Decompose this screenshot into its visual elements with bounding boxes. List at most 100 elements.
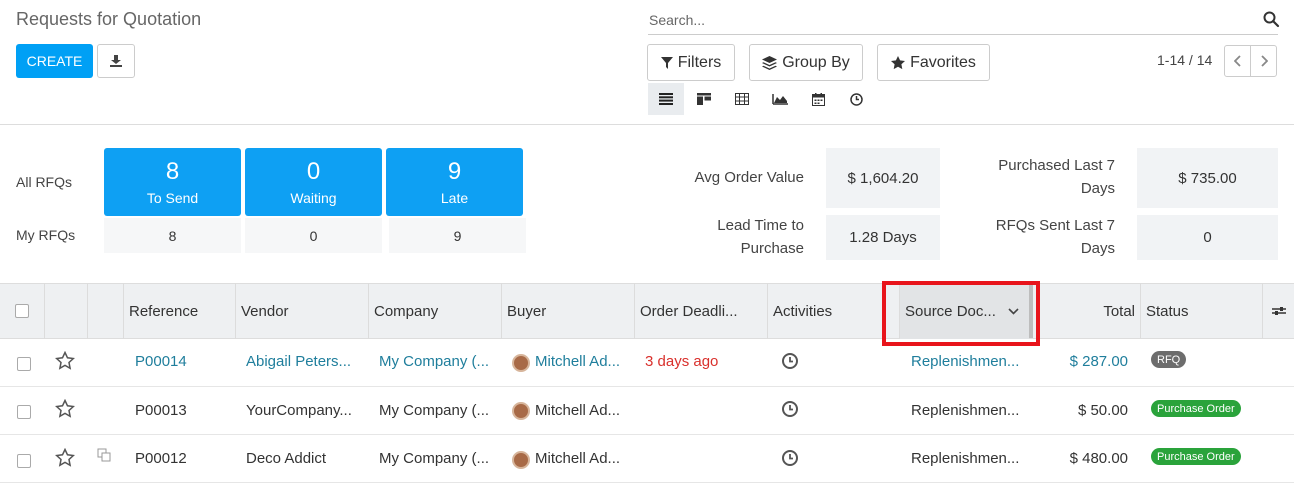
header-status[interactable]: Status	[1140, 283, 1262, 339]
purchased-last-7-value: $ 735.00	[1137, 148, 1278, 208]
area-chart-icon	[772, 94, 788, 105]
row-vendor: YourCompany...	[246, 402, 352, 419]
favorite-star-icon[interactable]	[55, 399, 75, 418]
header-reference[interactable]: Reference	[123, 283, 235, 339]
favorites-label: Favorites	[910, 53, 976, 71]
activity-clock-icon[interactable]	[781, 400, 799, 418]
rfqs-sent-label-line2: Days	[1080, 240, 1115, 257]
my-waiting-count[interactable]: 0	[245, 218, 382, 253]
header-favorite	[44, 283, 87, 339]
activity-clock-icon[interactable]	[781, 352, 799, 370]
pager-value[interactable]: 1-14 / 14	[1157, 52, 1212, 68]
duplicate-icon	[97, 448, 111, 462]
activity-clock-icon[interactable]	[781, 449, 799, 467]
group-by-button[interactable]: Group By	[749, 44, 863, 81]
activity-view-button[interactable]	[838, 83, 874, 115]
search-input[interactable]	[648, 5, 1278, 35]
rfqs-sent-value: 0	[1137, 215, 1278, 260]
header-total[interactable]: Total	[1033, 283, 1140, 339]
header-order-deadline[interactable]: Order Deadli...	[634, 283, 767, 339]
late-tile[interactable]: 9 Late	[386, 148, 523, 216]
table-icon	[735, 93, 749, 105]
row-company: My Company (...	[379, 450, 490, 467]
header-company[interactable]: Company	[368, 283, 501, 339]
calendar-icon	[811, 92, 825, 106]
pager-next-button[interactable]	[1250, 45, 1277, 77]
kanban-view-icon	[697, 93, 711, 105]
status-badge: Purchase Order	[1151, 448, 1241, 465]
favorite-star-icon[interactable]	[55, 448, 75, 467]
lead-time-label-line1: Lead Time to	[717, 217, 804, 234]
page-title: Requests for Quotation	[16, 9, 202, 29]
download-icon	[110, 55, 122, 67]
header-buyer[interactable]: Buyer	[501, 283, 634, 339]
row-buyer: Mitchell Ad...	[535, 402, 621, 419]
pager-previous-button[interactable]	[1224, 45, 1251, 77]
avatar	[512, 402, 530, 420]
row-checkbox[interactable]	[17, 357, 31, 371]
filters-button[interactable]: Filters	[647, 44, 735, 81]
to-send-count: 8	[165, 158, 180, 185]
row-checkbox[interactable]	[17, 454, 31, 468]
row-total: $ 480.00	[1069, 450, 1128, 467]
row-source-document: Replenishmen...	[911, 450, 1020, 467]
lead-time-label: Lead Time to Purchase	[640, 214, 804, 260]
my-late-count[interactable]: 9	[389, 218, 526, 253]
waiting-count: 0	[306, 158, 321, 185]
filter-icon	[660, 56, 673, 69]
layers-icon	[762, 55, 778, 70]
my-rfqs-label: My RFQs	[16, 227, 76, 243]
row-total: $ 287.00	[1069, 353, 1128, 370]
late-count: 9	[447, 158, 462, 185]
favorites-button[interactable]: Favorites	[877, 44, 990, 81]
all-rfqs-label: All RFQs	[16, 174, 72, 190]
download-button[interactable]	[97, 44, 135, 78]
avatar	[512, 451, 530, 469]
purchased-last-7-label: Purchased Last 7 Days	[940, 154, 1115, 200]
header-activities[interactable]: Activities	[767, 283, 899, 339]
row-vendor: Abigail Peters...	[246, 353, 352, 370]
row-source-document: Replenishmen...	[911, 402, 1020, 419]
favorite-star-icon[interactable]	[55, 351, 75, 370]
optional-columns-toggle[interactable]	[1262, 283, 1294, 339]
search-icon[interactable]	[1262, 10, 1280, 28]
my-to-send-count[interactable]: 8	[104, 218, 241, 253]
row-reference: P00013	[135, 402, 187, 419]
avatar	[512, 354, 530, 372]
waiting-label: Waiting	[290, 190, 337, 206]
late-label: Late	[440, 190, 469, 206]
row-checkbox[interactable]	[17, 405, 31, 419]
calendar-view-button[interactable]	[800, 83, 836, 115]
list-view-icon	[659, 93, 673, 105]
row-buyer: Mitchell Ad...	[535, 353, 621, 370]
list-view-button[interactable]	[648, 83, 684, 115]
kanban-view-button[interactable]	[686, 83, 722, 115]
lead-time-value: 1.28 Days	[826, 215, 940, 260]
graph-view-button[interactable]	[762, 83, 798, 115]
select-all-cell	[0, 283, 44, 339]
select-all-checkbox[interactable]	[15, 304, 29, 318]
waiting-tile[interactable]: 0 Waiting	[245, 148, 382, 216]
control-panel-divider	[0, 124, 1294, 125]
row-deadline: 3 days ago	[645, 353, 719, 370]
source-document-highlight-box	[882, 281, 1040, 346]
sliders-icon	[1271, 307, 1286, 315]
row-source-document: Replenishmen...	[911, 353, 1020, 370]
pivot-view-button[interactable]	[724, 83, 760, 115]
row-buyer: Mitchell Ad...	[535, 450, 621, 467]
avg-order-value: $ 1,604.20	[826, 148, 940, 208]
row-total: $ 50.00	[1077, 402, 1128, 419]
filters-label: Filters	[677, 53, 722, 71]
create-button[interactable]: CREATE	[16, 44, 93, 78]
star-icon	[891, 55, 906, 69]
lead-time-label-line2: Purchase	[740, 240, 804, 257]
to-send-tile[interactable]: 8 To Send	[104, 148, 241, 216]
clock-icon	[849, 92, 863, 106]
row-vendor: Deco Addict	[246, 450, 327, 467]
avg-order-label: Avg Order Value	[694, 169, 804, 186]
rfqs-sent-label-line1: RFQs Sent Last 7	[995, 217, 1115, 234]
chevron-left-icon	[1233, 55, 1241, 67]
header-vendor[interactable]: Vendor	[235, 283, 368, 339]
row-reference: P00014	[135, 353, 187, 370]
purchased-last-7-label-line2: Days	[1080, 180, 1115, 197]
